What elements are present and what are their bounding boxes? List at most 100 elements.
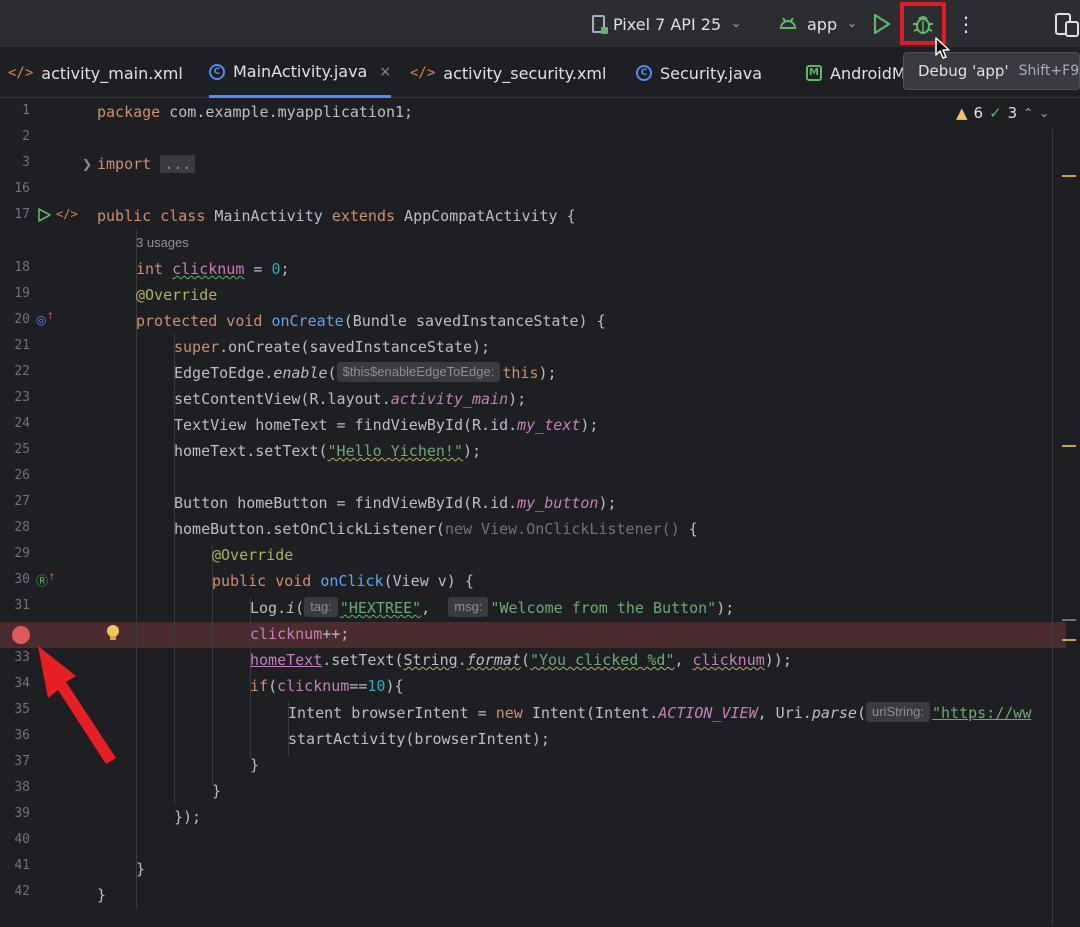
device-icon (592, 15, 608, 34)
code-line-31[interactable]: Log.i(tag: "HEXTREE", msg: "Welcome from t… (250, 595, 734, 621)
line-number: 38 (14, 780, 30, 795)
editor-scrollbar[interactable] (1052, 129, 1066, 926)
run-class-icon[interactable] (37, 207, 52, 227)
code-line-41[interactable]: } (136, 856, 145, 882)
line-number: 1 (22, 103, 30, 118)
line-number: 3 (22, 155, 30, 170)
implement-method-icon[interactable]: Ⓡ↑ (36, 572, 56, 589)
code-line-18[interactable]: int clicknum = 0; (136, 256, 290, 282)
tab-main-activity-java[interactable]: C MainActivity.java × (209, 48, 392, 98)
code-line-37[interactable]: } (250, 752, 259, 778)
device-label: Pixel 7 API 25 (613, 14, 722, 34)
line-number: 29 (14, 546, 30, 561)
code-line-20[interactable]: protected void onCreate(Bundle savedInst… (136, 308, 606, 334)
code-line-3[interactable]: import ... (97, 151, 196, 177)
tab-label: Security.java (660, 63, 763, 83)
tab-activity-main-xml[interactable]: </> activity_main.xml (8, 48, 183, 98)
tooltip-shortcut: Shift+F9 (1018, 63, 1080, 79)
line-number: 40 (14, 832, 30, 847)
code-line-25[interactable]: homeText.setText("Hello Yichen!"); (174, 438, 481, 464)
warnings-count: 6 (973, 104, 984, 122)
line-number: 28 (14, 520, 30, 535)
code-line-32[interactable]: clicknum++; (250, 621, 349, 647)
run-config-label: app (807, 14, 838, 34)
line-number: 19 (14, 286, 30, 301)
breakpoint-icon[interactable] (12, 626, 30, 644)
code-line-34[interactable]: if(clicknum==10){ (250, 673, 404, 699)
code-line-42[interactable]: } (97, 882, 106, 908)
chevron-down-icon: ⌄ (847, 16, 858, 30)
tab-android-manifest[interactable]: M AndroidMa (806, 48, 915, 98)
line-number: 35 (14, 702, 30, 717)
line-number: 39 (14, 806, 30, 821)
parameter-hint: uriString: (866, 702, 931, 722)
android-icon (779, 15, 797, 34)
code-line-35[interactable]: Intent browserIntent = new Intent(Intent… (288, 700, 1031, 726)
warning-icon: ▲ (956, 104, 968, 122)
line-number: 41 (14, 858, 30, 873)
code-line-36[interactable]: startActivity(browserIntent); (288, 726, 550, 752)
more-options-icon[interactable]: ⋮ (956, 10, 976, 38)
annotation-arrow-icon (38, 646, 116, 764)
tab-label: activity_security.xml (443, 63, 607, 83)
chevron-up-icon[interactable]: ⌃ (1023, 106, 1033, 120)
scroll-marker (1062, 619, 1076, 621)
code-line-29[interactable]: @Override (212, 542, 293, 568)
usages-hint[interactable]: 3 usages (136, 235, 189, 250)
java-class-icon: C (636, 65, 652, 81)
tab-activity-security-xml[interactable]: </> activity_security.xml (410, 48, 606, 98)
main-toolbar: Pixel 7 API 25 ⌄ app ⌄ ⋮ (0, 0, 1080, 48)
chevron-down-icon[interactable]: ⌄ (1039, 106, 1049, 120)
tab-label: activity_main.xml (41, 63, 183, 83)
folded-imports: ... (160, 155, 196, 173)
parameter-hint: msg: (448, 597, 489, 617)
code-line-17[interactable]: public class MainActivity extends AppCom… (97, 203, 576, 229)
line-number: 31 (14, 598, 30, 613)
line-number: 22 (14, 364, 30, 379)
scroll-marker (1062, 175, 1076, 177)
override-method-icon[interactable]: ◎↑ (36, 312, 54, 327)
line-number: 18 (14, 260, 30, 275)
code-line-1[interactable]: package com.example.myapplication1; (97, 99, 413, 125)
line-number: 26 (14, 468, 30, 483)
code-line-28[interactable]: homeButton.setOnClickListener(new View.O… (174, 516, 698, 542)
tooltip-label: Debug 'app' (918, 62, 1009, 80)
close-icon[interactable]: × (379, 64, 391, 80)
debug-icon (913, 15, 933, 34)
run-button[interactable] (871, 12, 893, 36)
code-line-22[interactable]: EdgeToEdge.enable($this$enableEdgeToEdge… (174, 360, 557, 386)
scroll-marker (1062, 639, 1076, 641)
code-line-24[interactable]: TextView homeText = findViewById(R.id.my… (174, 412, 598, 438)
code-line-27[interactable]: Button homeButton = findViewById(R.id.my… (174, 490, 617, 516)
line-number: 2 (22, 129, 30, 144)
tab-security-java[interactable]: C Security.java (636, 48, 762, 98)
fold-expand-icon[interactable]: ❯ (82, 157, 92, 171)
line-number: 33 (14, 650, 30, 665)
chevron-down-icon: ⌄ (731, 16, 742, 30)
xml-icon: </> (8, 65, 34, 81)
line-number: 42 (14, 884, 30, 899)
line-number: 24 (14, 416, 30, 431)
device-selector[interactable]: Pixel 7 API 25 ⌄ (592, 0, 741, 48)
code-line-33[interactable]: homeText.setText(String.format("You clic… (250, 647, 792, 673)
code-line-38[interactable]: } (212, 778, 221, 804)
code-line-19[interactable]: @Override (136, 282, 217, 308)
code-line-23[interactable]: setContentView(R.layout.activity_main); (174, 386, 526, 412)
line-number: 17 (14, 207, 30, 222)
inspections-widget[interactable]: ▲ 6 ✓ 3 ⌃ ⌄ (956, 104, 1049, 122)
line-number: 30 (14, 572, 30, 587)
line-number: 21 (14, 338, 30, 353)
code-line-30[interactable]: public void onClick(View v) { (212, 568, 474, 594)
code-editor[interactable]: 1 2 3 16 17 18 19 20 21 22 23 24 25 26 2… (0, 99, 1080, 927)
breakpoint-line-highlight (0, 622, 1066, 648)
line-number: 37 (14, 754, 30, 769)
code-line-39[interactable]: }); (174, 804, 201, 830)
device-manager-icon[interactable] (1054, 10, 1080, 38)
xml-layout-link-icon[interactable]: </> (56, 207, 78, 221)
run-config-selector[interactable]: app ⌄ (779, 0, 857, 48)
code-line-21[interactable]: super.onCreate(savedInstanceState); (174, 334, 490, 360)
line-number: 23 (14, 390, 30, 405)
java-class-icon: C (209, 63, 225, 80)
line-number: 16 (14, 181, 30, 196)
line-number: 36 (14, 728, 30, 743)
